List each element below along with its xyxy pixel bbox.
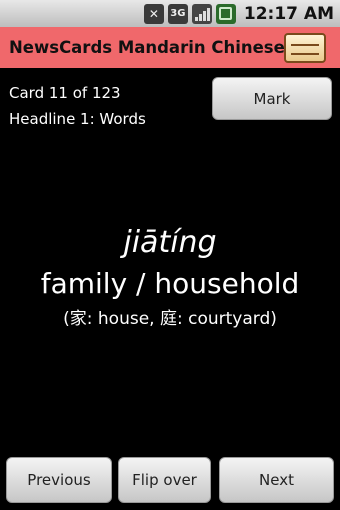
3g-data-icon: 3G xyxy=(167,3,188,24)
meaning-text: family / household xyxy=(40,267,300,300)
card-position: Card 11 of 123 xyxy=(9,84,121,102)
flashcard: jiātíng family / household (家: house, 庭:… xyxy=(0,222,340,334)
pinyin-text: jiātíng xyxy=(123,225,217,260)
flip-over-button[interactable]: Flip over xyxy=(118,457,211,503)
status-time: 12:17 AM xyxy=(243,3,334,24)
data-network-label: 3G xyxy=(170,8,186,19)
next-button[interactable]: Next xyxy=(219,457,334,503)
signal-icon xyxy=(191,3,212,24)
battery-icon xyxy=(215,3,236,24)
app-title: NewsCards Mandarin Chinese xyxy=(9,38,285,57)
headline-label: Headline 1: Words xyxy=(9,110,146,128)
newspaper-icon xyxy=(284,33,326,63)
mute-icon xyxy=(143,3,164,24)
title-bar: NewsCards Mandarin Chinese xyxy=(0,27,340,68)
status-bar: 3G 12:17 AM xyxy=(0,0,340,27)
mark-button[interactable]: Mark xyxy=(212,77,332,120)
character-breakdown: (家: house, 庭: courtyard) xyxy=(63,309,277,329)
previous-button[interactable]: Previous xyxy=(6,457,112,503)
card-info: Card 11 of 123 Headline 1: Words xyxy=(9,80,146,132)
